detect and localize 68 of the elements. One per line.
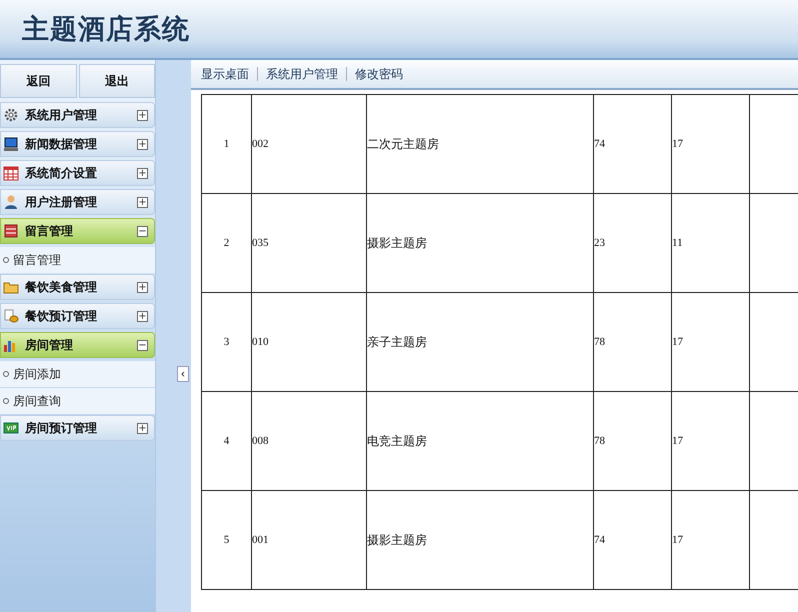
menu-group-header[interactable]: 房间预订管理 + xyxy=(0,415,155,441)
table-cell: 电竞主题房 xyxy=(366,392,594,490)
collapse-sidebar-button[interactable]: ‹ xyxy=(177,366,189,382)
menu-item[interactable]: 房间查询 xyxy=(0,388,155,414)
expand-toggle[interactable]: + xyxy=(137,422,148,434)
gear-icon xyxy=(3,107,19,123)
table-cell: 74 xyxy=(594,490,672,590)
table-cell: 11 xyxy=(672,194,750,292)
table-cell: 23 xyxy=(594,194,672,292)
app-title: 主题酒店系统 xyxy=(22,13,190,47)
menu-group-header[interactable]: 餐饮美食管理 + xyxy=(0,274,155,300)
nav-link[interactable]: 修改密码 xyxy=(355,66,403,82)
menu-group-label: 房间管理 xyxy=(25,336,74,354)
person-icon xyxy=(3,194,19,210)
table-cell: 010 xyxy=(252,292,366,392)
table-cell: 78 xyxy=(594,292,672,392)
table-cell: 5 xyxy=(202,490,252,590)
calendar-icon xyxy=(3,165,19,181)
expand-toggle[interactable]: + xyxy=(137,110,148,120)
expand-toggle[interactable]: + xyxy=(137,310,148,322)
menu-group-header[interactable]: 餐饮预订管理 + xyxy=(0,303,155,329)
expand-toggle[interactable]: + xyxy=(137,138,148,150)
cabinet-icon xyxy=(3,223,19,239)
table-cell: 78 xyxy=(594,392,672,490)
table-cell: 1 xyxy=(202,94,252,194)
menu-group-label: 餐饮预订管理 xyxy=(25,308,98,324)
table-cell: 17 xyxy=(672,490,750,590)
menu-group-label: 餐饮美食管理 xyxy=(25,278,98,296)
table-cell: 008 xyxy=(252,392,366,490)
table-cell: 035 xyxy=(252,194,366,292)
vip-icon xyxy=(3,420,19,436)
table-cell: 3 xyxy=(202,292,252,392)
table-cell: 二次元主题房 xyxy=(366,94,594,194)
collapse-toggle[interactable]: − xyxy=(137,226,148,236)
menu-group-label: 房间预订管理 xyxy=(25,420,98,436)
menu-group-label: 用户注册管理 xyxy=(25,194,98,210)
menu-group-header[interactable]: 房间管理 − xyxy=(0,332,155,358)
table-cell: 2 xyxy=(202,194,252,292)
table-cell: 17 xyxy=(672,392,750,490)
menu-group-label: 系统用户管理 xyxy=(25,106,98,124)
sidebar-button[interactable]: 退出 xyxy=(78,64,155,98)
menu-group-header[interactable]: 系统用户管理 + xyxy=(0,102,155,128)
table-cell: 001 xyxy=(252,490,366,590)
sidebar-button[interactable]: 返回 xyxy=(0,64,76,98)
expand-toggle[interactable]: + xyxy=(137,196,148,208)
expand-toggle[interactable]: + xyxy=(137,282,148,292)
menu-group-label: 系统简介设置 xyxy=(25,164,98,182)
expand-toggle[interactable]: + xyxy=(137,168,148,178)
menu-group-header[interactable]: 用户注册管理 + xyxy=(0,189,155,215)
menu-group-header[interactable]: 留言管理 − xyxy=(0,218,155,244)
nav-link[interactable]: 显示桌面 xyxy=(201,66,249,82)
menu-item[interactable]: 留言管理 xyxy=(0,247,155,273)
nav-link[interactable]: 系统用户管理 xyxy=(266,66,338,82)
table-cell: 17 xyxy=(672,94,750,194)
table-cell: 17 xyxy=(672,292,750,392)
menu-group-label: 留言管理 xyxy=(25,222,74,240)
menu-group-label: 新闻数据管理 xyxy=(25,136,98,152)
table-cell: 摄影主题房 xyxy=(366,194,594,292)
table-cell: 74 xyxy=(594,94,672,194)
menu-group-header[interactable]: 系统简介设置 + xyxy=(0,160,155,186)
collapse-toggle[interactable]: − xyxy=(137,340,148,350)
menu-group-header[interactable]: 新闻数据管理 + xyxy=(0,131,155,157)
monitor-icon xyxy=(3,136,19,152)
table-cell: 摄影主题房 xyxy=(366,490,594,590)
table-cell: 亲子主题房 xyxy=(366,292,594,392)
table-cell: 002 xyxy=(252,94,366,194)
table-cell: 4 xyxy=(202,392,252,490)
menu-item[interactable]: 房间添加 xyxy=(0,361,155,387)
